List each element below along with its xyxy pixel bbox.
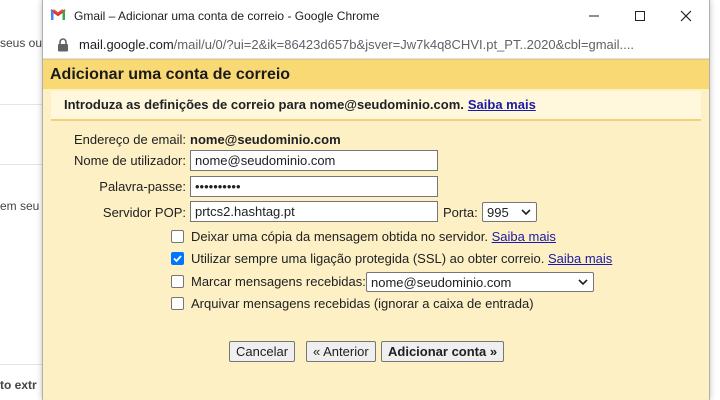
lock-icon[interactable] bbox=[57, 37, 71, 52]
password-label: Palavra-passe: bbox=[99, 179, 186, 194]
url-path: /mail/u/0/?ui=2&ik=86423d657b&jsver=Jw7k… bbox=[173, 37, 634, 52]
keep-copy-checkbox[interactable] bbox=[171, 230, 184, 243]
chevron-down-icon bbox=[520, 206, 532, 218]
window-title: Gmail – Adicionar uma conta de correio -… bbox=[74, 8, 380, 23]
archive-checkbox[interactable] bbox=[171, 297, 184, 310]
learn-more-link[interactable]: Saiba mais bbox=[492, 229, 556, 244]
option-keep-copy: Deixar uma cópia da mensagem obtida no s… bbox=[191, 229, 556, 244]
chrome-popup-window: Gmail – Adicionar uma conta de correio -… bbox=[42, 0, 710, 400]
subheading-text: Introduza as definições de correio para … bbox=[64, 97, 464, 112]
option-archive: Arquivar mensagens recebidas (ignorar a … bbox=[191, 296, 534, 311]
email-label: Endereço de email: bbox=[73, 132, 186, 147]
username-field[interactable]: nome@seudominio.com bbox=[190, 150, 438, 171]
minimize-icon[interactable] bbox=[571, 0, 617, 31]
ssl-checkbox[interactable] bbox=[171, 252, 184, 265]
port-select[interactable]: 995 bbox=[482, 202, 537, 222]
chevron-down-icon bbox=[577, 276, 589, 288]
gmail-logo-icon bbox=[50, 8, 66, 24]
url-text: mail.google.com/mail/u/0/?ui=2&ik=86423d… bbox=[79, 37, 634, 52]
close-icon[interactable] bbox=[663, 0, 709, 31]
add-mail-account-dialog: Adicionar uma conta de correio Introduza… bbox=[43, 59, 709, 400]
username-label: Nome de utilizador: bbox=[74, 153, 186, 168]
url-host: mail.google.com bbox=[79, 37, 174, 52]
port-value: 995 bbox=[487, 204, 509, 220]
check-icon bbox=[173, 255, 182, 263]
port-label: Porta: bbox=[443, 205, 478, 220]
password-field[interactable]: •••••••••• bbox=[190, 176, 438, 197]
option-ssl: Utilizar sempre uma ligação protegida (S… bbox=[191, 251, 612, 266]
background-text: seus out bbox=[0, 36, 46, 50]
email-value: nome@seudominio.com bbox=[190, 132, 341, 147]
title-bar: Gmail – Adicionar uma conta de correio -… bbox=[43, 0, 709, 31]
label-incoming-checkbox[interactable] bbox=[171, 275, 184, 288]
option-label: Utilizar sempre uma ligação protegida (S… bbox=[191, 251, 545, 266]
learn-more-link[interactable]: Saiba mais bbox=[548, 251, 612, 266]
background-text: to extr bbox=[0, 378, 37, 392]
divider bbox=[0, 104, 42, 105]
learn-more-link[interactable]: Saiba mais bbox=[468, 97, 536, 112]
dialog-title: Adicionar uma conta de correio bbox=[43, 60, 709, 89]
dialog-subheading: Introduza as definições de correio para … bbox=[51, 91, 701, 121]
cancel-button[interactable]: Cancelar bbox=[229, 341, 296, 362]
divider bbox=[0, 364, 42, 365]
back-button[interactable]: « Anterior bbox=[306, 341, 376, 362]
background-text: em seu bbox=[0, 199, 40, 213]
divider bbox=[0, 164, 42, 165]
label-select[interactable]: nome@seudominio.com bbox=[366, 272, 594, 292]
pop-server-label: Servidor POP: bbox=[102, 205, 186, 220]
option-label: Deixar uma cópia da mensagem obtida no s… bbox=[191, 229, 488, 244]
maximize-icon[interactable] bbox=[617, 0, 663, 31]
address-bar[interactable]: mail.google.com/mail/u/0/?ui=2&ik=86423d… bbox=[43, 31, 709, 59]
label-select-value: nome@seudominio.com bbox=[371, 274, 512, 290]
option-label-incoming: Marcar mensagens recebidas: bbox=[191, 274, 366, 289]
add-account-button[interactable]: Adicionar conta » bbox=[381, 341, 505, 362]
pop-server-field[interactable]: prtcs2.hashtag.pt bbox=[190, 201, 438, 222]
